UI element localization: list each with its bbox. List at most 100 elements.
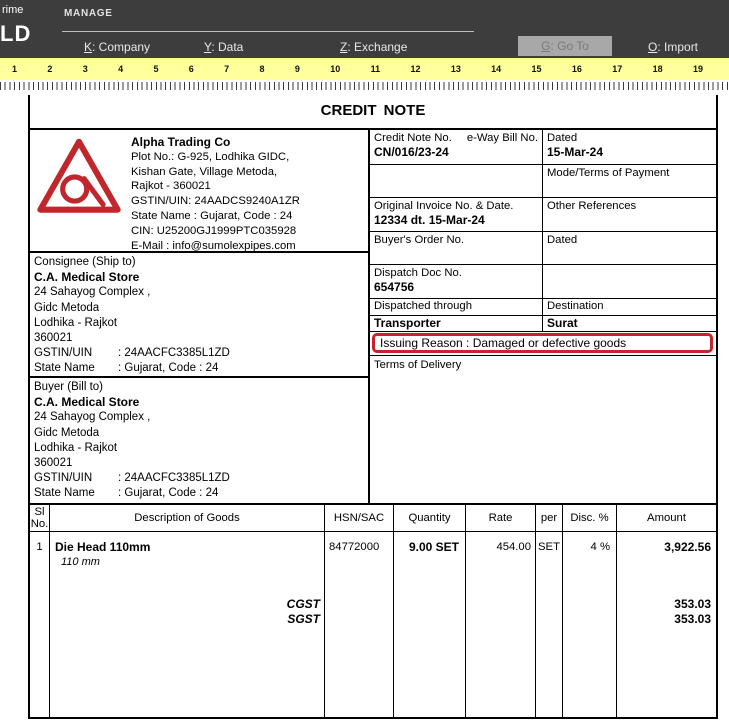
tally-window: rime LD MANAGE K: Company Y: Data Z: Exc… bbox=[0, 0, 729, 728]
issuing-reason-highlight: Issuing Reason : Damaged or defective go… bbox=[372, 333, 713, 353]
company-address-block: Alpha Trading Co Plot No.: G-925, Lodhik… bbox=[131, 134, 300, 251]
header-sl-no: Sl No. bbox=[30, 505, 50, 532]
eway-bill-label: e-Way Bill No. bbox=[467, 132, 538, 144]
menu-item-data[interactable]: Y: Data bbox=[204, 40, 243, 54]
tax-amount-sgst: 353.03 bbox=[617, 612, 711, 627]
menu-item-import[interactable]: O: Import bbox=[648, 40, 698, 54]
manage-label: MANAGE bbox=[64, 8, 113, 19]
cell-quantity: 9.00 SET bbox=[394, 532, 466, 717]
header-hsn-sac: HSN/SAC bbox=[325, 505, 394, 532]
company-addr-line: Plot No.: G-925, Lodhika GIDC, bbox=[131, 150, 300, 165]
ruler-number: 16 bbox=[572, 64, 582, 74]
ruler-number: 2 bbox=[47, 64, 52, 74]
orig-invoice-cell: Original Invoice No. & Date. 12334 dt. 1… bbox=[370, 198, 542, 231]
menu-label-go-to: : Go To bbox=[550, 39, 588, 53]
dispatch-doc-label: Dispatch Doc No. bbox=[374, 267, 538, 279]
consignee-state-label: State Name bbox=[34, 361, 118, 376]
consignee-state-value: : Gujarat, Code : 24 bbox=[118, 362, 218, 374]
header-description: Description of Goods bbox=[50, 505, 325, 532]
company-gstin: GSTIN/UIN: 24AADCS9240A1ZR bbox=[131, 194, 300, 209]
details-row-dispatch-doc: Dispatch Doc No. 654756 bbox=[370, 265, 716, 299]
menu-label-exchange: : Exchange bbox=[347, 40, 407, 54]
menu-label-import: : Import bbox=[657, 40, 698, 54]
tax-label-cgst: CGST bbox=[55, 597, 320, 612]
ruler-number: 3 bbox=[83, 64, 88, 74]
header-amount: Amount bbox=[617, 505, 716, 532]
empty-cell bbox=[542, 265, 716, 298]
buyer-state-label: State Name bbox=[34, 486, 118, 501]
buyer-order-label: Buyer's Order No. bbox=[374, 234, 538, 246]
cell-disc: 4 % bbox=[563, 532, 617, 717]
details-column: Credit Note No. e-Way Bill No. CN/016/23… bbox=[370, 130, 716, 503]
other-references-cell: Other References bbox=[542, 198, 716, 231]
app-name-partial: rime bbox=[2, 4, 23, 16]
buyer-addr-line: Lodhika - Rajkot bbox=[34, 441, 364, 456]
left-column: Alpha Trading Co Plot No.: G-925, Lodhik… bbox=[30, 130, 370, 503]
ruler-number: 17 bbox=[612, 64, 622, 74]
ruler-number: 8 bbox=[260, 64, 265, 74]
orig-invoice-label: Original Invoice No. & Date. bbox=[374, 200, 538, 212]
empty-cell bbox=[370, 165, 542, 197]
menu-item-company[interactable]: K: Company bbox=[84, 40, 150, 54]
other-references-label: Other References bbox=[547, 200, 712, 212]
mode-terms-cell: Mode/Terms of Payment bbox=[542, 165, 716, 197]
details-row-mode: Mode/Terms of Payment bbox=[370, 165, 716, 198]
details-row-buyer-order: Buyer's Order No. Dated bbox=[370, 232, 716, 265]
orig-invoice-value: 12334 dt. 15-Mar-24 bbox=[374, 213, 538, 227]
amount-value: 3,922.56 bbox=[617, 540, 711, 555]
ruler-number: 18 bbox=[653, 64, 663, 74]
document-frame: Alpha Trading Co Plot No.: G-925, Lodhik… bbox=[30, 128, 716, 717]
buyer-name: C.A. Medical Store bbox=[34, 395, 364, 410]
menu-key-import: O bbox=[648, 40, 657, 54]
buyer-addr-line: 24 Sahayog Complex , bbox=[34, 410, 364, 425]
dispatch-doc-cell: Dispatch Doc No. 654756 bbox=[370, 265, 542, 298]
dated-label: Dated bbox=[547, 132, 712, 144]
tax-labels: CGST SGST bbox=[55, 597, 324, 627]
destination-label-cell: Destination bbox=[542, 299, 716, 315]
ruler-number: 14 bbox=[491, 64, 501, 74]
dispatched-through-value-cell: Transporter bbox=[370, 316, 542, 331]
items-table: Sl No. Description of Goods HSN/SAC Quan… bbox=[30, 503, 716, 717]
buyer-order-cell: Buyer's Order No. bbox=[370, 232, 542, 264]
dated-value: 15-Mar-24 bbox=[547, 145, 712, 159]
consignee-name: C.A. Medical Store bbox=[34, 270, 364, 285]
menu-item-go-to[interactable]: G: Go To bbox=[518, 36, 612, 56]
menu-label-company: : Company bbox=[92, 40, 150, 54]
issuing-reason-text: Issuing Reason : Damaged or defective go… bbox=[380, 336, 626, 350]
consignee-state: State Name: Gujarat, Code : 24 bbox=[34, 361, 364, 376]
buyer-section: Buyer (Bill to) C.A. Medical Store 24 Sa… bbox=[30, 378, 368, 503]
details-row-dispatched-labels: Dispatched through Destination bbox=[370, 299, 716, 316]
company-addr-line: Kishan Gate, Village Metoda, bbox=[131, 165, 300, 180]
cell-per: SET bbox=[536, 532, 563, 717]
company-name: Alpha Trading Co bbox=[131, 135, 300, 150]
details-row-dispatched-values: Transporter Surat bbox=[370, 316, 716, 332]
dated2-cell: Dated bbox=[542, 232, 716, 264]
header-quantity: Quantity bbox=[394, 505, 466, 532]
app-edition-partial: LD bbox=[0, 21, 31, 47]
company-addr-line: Rajkot - 360021 bbox=[131, 179, 300, 194]
consignee-gstin: GSTIN/UIN: 24AACFC3385L1ZD bbox=[34, 346, 364, 361]
buyer-addr-line: Gidc Metoda bbox=[34, 426, 364, 441]
item-note: 110 mm bbox=[55, 555, 324, 570]
topbar: rime LD MANAGE K: Company Y: Data Z: Exc… bbox=[0, 0, 729, 58]
item-name: Die Head 110mm bbox=[55, 540, 324, 555]
menu-item-exchange[interactable]: Z: Exchange bbox=[340, 40, 407, 54]
buyer-addr-line: 360021 bbox=[34, 456, 364, 471]
ruler-ticks bbox=[0, 80, 729, 93]
cell-amount: 3,922.56 353.03 353.03 bbox=[617, 532, 716, 717]
cell-sl-no: 1 bbox=[30, 532, 50, 717]
tax-amounts: 353.03 353.03 bbox=[617, 597, 711, 627]
cell-hsn: 84772000 bbox=[325, 532, 394, 717]
menu-key-company: K bbox=[84, 40, 92, 54]
company-logo-icon bbox=[36, 137, 122, 217]
issuing-reason-row: Issuing Reason : Damaged or defective go… bbox=[370, 332, 716, 356]
ruler-number: 15 bbox=[532, 64, 542, 74]
destination-label: Destination bbox=[547, 300, 604, 312]
credit-note-document: CREDIT NOTE Alpha Trading Co Plot No.: G… bbox=[28, 95, 718, 719]
consignee-gstin-label: GSTIN/UIN bbox=[34, 346, 118, 361]
dispatched-through-label: Dispatched through bbox=[374, 300, 472, 312]
dispatch-doc-value: 654756 bbox=[374, 280, 538, 294]
ruler-number: 4 bbox=[118, 64, 123, 74]
header-per: per bbox=[536, 505, 563, 532]
header-rate: Rate bbox=[466, 505, 536, 532]
